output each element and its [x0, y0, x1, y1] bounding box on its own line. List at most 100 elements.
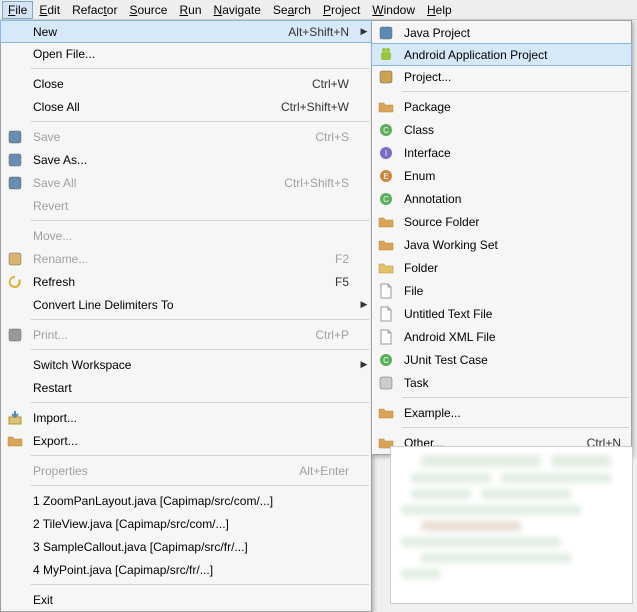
menu-item-label: Exit — [29, 593, 349, 607]
java-project-icon — [372, 25, 400, 41]
editor-background — [390, 446, 633, 604]
menu-item-label: Interface — [400, 146, 621, 160]
menu-item-switch-workspace[interactable]: Switch Workspace ▶ — [1, 353, 371, 376]
project-icon — [372, 69, 400, 85]
menu-item-new-annotation[interactable]: CAnnotation — [372, 187, 631, 210]
svg-text:C: C — [383, 356, 389, 365]
menu-separator — [31, 319, 369, 320]
menu-item-print[interactable]: Print...Ctrl+P — [1, 323, 371, 346]
menu-item-new-java-project[interactable]: Java Project — [372, 21, 631, 44]
menu-item-shortcut: Alt+Shift+N — [288, 25, 357, 39]
menu-item-recent-4[interactable]: 4 MyPoint.java [Capimap/src/fr/...] — [1, 558, 371, 581]
menu-separator — [31, 402, 369, 403]
menubar-item-help[interactable]: Help — [421, 1, 458, 19]
save-icon — [1, 129, 29, 145]
menu-item-recent-1[interactable]: 1 ZoomPanLayout.java [Capimap/src/com/..… — [1, 489, 371, 512]
menu-separator — [31, 455, 369, 456]
menu-item-restart[interactable]: Restart — [1, 376, 371, 399]
menu-item-label: Package — [400, 100, 621, 114]
menu-item-label: Open File... — [29, 47, 349, 61]
menu-item-label: Print... — [29, 328, 315, 342]
task-icon — [372, 375, 400, 391]
menu-item-convert-line-delim[interactable]: Convert Line Delimiters To▶ — [1, 293, 371, 316]
menubar-item-navigate[interactable]: Navigate — [208, 1, 267, 19]
menubar-item-file[interactable]: File — [2, 1, 33, 19]
working-set-icon — [372, 237, 400, 253]
menubar-item-project[interactable]: Project — [317, 1, 366, 19]
menu-item-new-source-folder[interactable]: Source Folder — [372, 210, 631, 233]
menu-item-new-project[interactable]: Project... — [372, 65, 631, 88]
menu-separator — [31, 68, 369, 69]
menu-item-rename[interactable]: Rename...F2 — [1, 247, 371, 270]
menu-item-new-working-set[interactable]: Java Working Set — [372, 233, 631, 256]
file-menu: NewAlt+Shift+N▶Open File...CloseCtrl+WCl… — [0, 20, 372, 612]
menu-item-label: Java Project — [400, 26, 621, 40]
menu-separator — [402, 427, 629, 428]
menu-item-close-all[interactable]: Close AllCtrl+Shift+W — [1, 95, 371, 118]
menu-item-label: New — [29, 25, 288, 39]
export-icon — [1, 433, 29, 449]
menu-item-new[interactable]: NewAlt+Shift+N▶ — [0, 20, 372, 43]
menubar-item-search[interactable]: Search — [267, 1, 317, 19]
menu-item-label: 1 ZoomPanLayout.java [Capimap/src/com/..… — [29, 494, 349, 508]
menu-item-label: Revert — [29, 199, 349, 213]
menubar-item-run[interactable]: Run — [173, 1, 207, 19]
example-icon — [372, 405, 400, 421]
android-icon — [372, 47, 400, 63]
menu-item-open-file[interactable]: Open File... — [1, 42, 371, 65]
menubar-item-window[interactable]: Window — [366, 1, 421, 19]
menubar-item-edit[interactable]: Edit — [33, 1, 66, 19]
menu-item-label: Example... — [400, 406, 621, 420]
menu-item-new-package[interactable]: Package — [372, 95, 631, 118]
interface-icon: I — [372, 145, 400, 161]
menu-item-label: Save As... — [29, 153, 349, 167]
menu-item-label: Convert Line Delimiters To — [29, 298, 349, 312]
menu-item-label: File — [400, 284, 621, 298]
menu-item-revert[interactable]: Revert — [1, 194, 371, 217]
menu-item-new-interface[interactable]: IInterface — [372, 141, 631, 164]
menu-item-refresh[interactable]: RefreshF5 — [1, 270, 371, 293]
menu-item-new-enum[interactable]: EEnum — [372, 164, 631, 187]
source-folder-icon — [372, 214, 400, 230]
menu-item-label: Restart — [29, 381, 349, 395]
menu-item-recent-2[interactable]: 2 TileView.java [Capimap/src/com/...] — [1, 512, 371, 535]
menu-item-label: Source Folder — [400, 215, 621, 229]
menu-item-new-junit[interactable]: CJUnit Test Case — [372, 348, 631, 371]
menu-item-new-folder[interactable]: Folder — [372, 256, 631, 279]
menu-item-label: Import... — [29, 411, 349, 425]
class-icon: C — [372, 122, 400, 138]
junit-icon: C — [372, 352, 400, 368]
menubar-item-source[interactable]: Source — [123, 1, 173, 19]
menu-item-label: Save All — [29, 176, 284, 190]
svg-text:C: C — [383, 195, 389, 204]
menu-item-properties[interactable]: PropertiesAlt+Enter — [1, 459, 371, 482]
menu-item-new-class[interactable]: CClass — [372, 118, 631, 141]
menu-item-save-as[interactable]: Save As... — [1, 148, 371, 171]
menu-item-label: Java Working Set — [400, 238, 621, 252]
saveas-icon — [1, 152, 29, 168]
menu-item-label: Folder — [400, 261, 621, 275]
menu-item-label: Switch Workspace — [29, 358, 349, 372]
menu-item-new-android-app[interactable]: Android Application Project — [371, 43, 632, 66]
menu-item-recent-3[interactable]: 3 SampleCallout.java [Capimap/src/fr/...… — [1, 535, 371, 558]
submenu-arrow-icon: ▶ — [357, 359, 371, 370]
menu-item-new-file[interactable]: File — [372, 279, 631, 302]
menu-item-save[interactable]: SaveCtrl+S — [1, 125, 371, 148]
menu-item-save-all[interactable]: Save AllCtrl+Shift+S — [1, 171, 371, 194]
menu-separator — [31, 349, 369, 350]
menu-item-close[interactable]: CloseCtrl+W — [1, 72, 371, 95]
menu-item-new-android-xml[interactable]: Android XML File — [372, 325, 631, 348]
menu-item-shortcut: Ctrl+P — [315, 328, 357, 342]
menu-item-new-untitled[interactable]: Untitled Text File — [372, 302, 631, 325]
menu-item-new-example[interactable]: Example... — [372, 401, 631, 424]
menu-item-label: Android XML File — [400, 330, 621, 344]
menu-item-new-task[interactable]: Task — [372, 371, 631, 394]
menu-item-move[interactable]: Move... — [1, 224, 371, 247]
menu-item-export[interactable]: Export... — [1, 429, 371, 452]
saveall-icon — [1, 175, 29, 191]
enum-icon: E — [372, 168, 400, 184]
menu-item-import[interactable]: Import... — [1, 406, 371, 429]
menu-item-label: Project... — [400, 70, 621, 84]
menubar-item-refactor[interactable]: Refactor — [66, 1, 123, 19]
refresh-icon — [1, 274, 29, 290]
